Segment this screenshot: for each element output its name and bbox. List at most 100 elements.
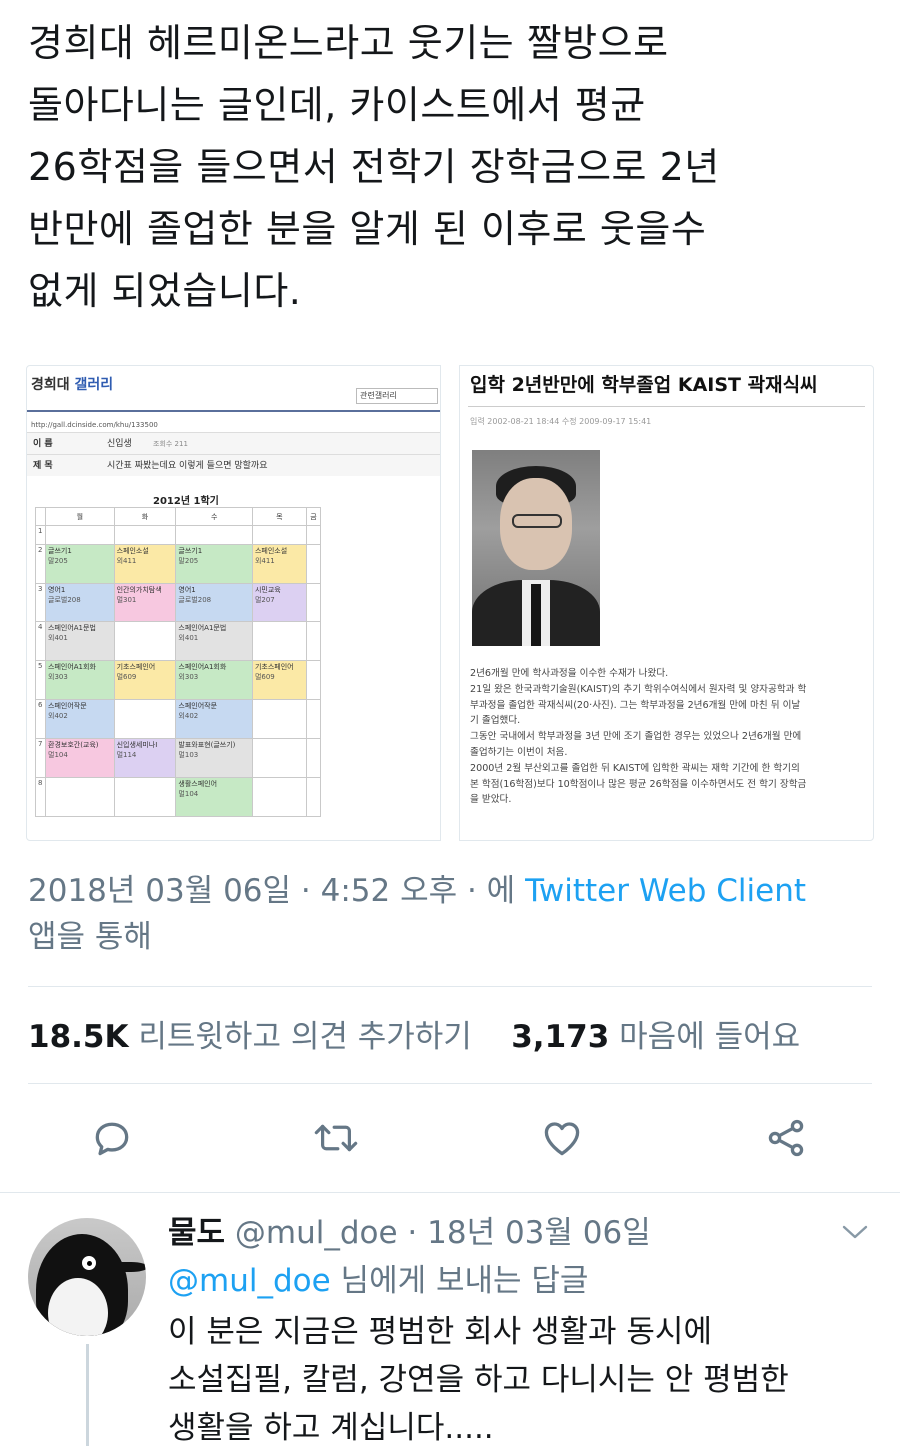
divider (28, 1083, 872, 1084)
course-name: 신입생세미나I (116, 741, 158, 750)
share-button[interactable] (760, 1112, 812, 1164)
timetable-cell: 스페인소설 외411 (113, 543, 177, 584)
course-room: 외401 (48, 634, 68, 643)
timetable-cell (305, 621, 322, 662)
course-room: 말205 (178, 556, 199, 565)
client-link[interactable]: Twitter Web Client (525, 873, 806, 909)
post-name-row: 이 름 신입생 조회수 211 (27, 432, 440, 454)
course-room: 글로벌208 (48, 595, 81, 604)
timetable-cell: 발표와표현(글쓰기) 멀103 (175, 738, 253, 779)
media-image-news[interactable]: 입학 2년반만에 학부졸업 KAIST 곽재식씨 입력 2002-08-21 1… (459, 365, 874, 841)
course-room: 외402 (178, 712, 199, 721)
reply-button[interactable] (86, 1112, 138, 1164)
timetable-cell (251, 621, 307, 662)
timetable-period: 3 (35, 582, 46, 623)
media-image-timetable[interactable]: 경희대 갤러리 관련갤러리 http://gall.dcinside.com/k… (26, 365, 441, 841)
timetable-cell (251, 738, 307, 779)
timetable-cell (113, 525, 177, 545)
tweet-line: 반만에 졸업한 분을 알게 된 이후로 웃을수 (28, 207, 707, 251)
like-button[interactable] (536, 1112, 588, 1164)
tweet-line: 26학점을 들으면서 전학기 장학금으로 2년 (28, 145, 720, 189)
reply-avatar[interactable] (28, 1218, 146, 1336)
timetable-corner (35, 507, 46, 526)
course-room: 멀609 (116, 673, 137, 682)
timetable-cell: 스페인어작문 외402 (45, 699, 115, 740)
timetable-cell (305, 699, 322, 740)
timetable-cell: 스페인어A1문법 외401 (45, 621, 115, 662)
course-room: 외303 (178, 673, 199, 682)
news-photo (472, 450, 600, 646)
reply-author-name[interactable]: 물도 (168, 1215, 225, 1251)
like-icon (544, 1122, 580, 1156)
replying-to: @mul_doe 님에게 보내는 답글 (168, 1263, 589, 1299)
timetable-cell: 스페인소설 외411 (251, 543, 307, 584)
gallery-title: 경희대 갤러리 (31, 377, 114, 393)
timetable-period: 6 (35, 699, 46, 740)
timetable-cell (305, 777, 322, 817)
reply-icon (95, 1122, 129, 1156)
course-name: 영어1 (178, 585, 196, 594)
thread-separator (0, 1192, 900, 1193)
timetable-day-header: 목 (251, 507, 307, 526)
course-room: 외402 (48, 712, 68, 721)
timetable-cell: 신입생세미나I 멀114 (113, 738, 177, 779)
replying-to-mention[interactable]: @mul_doe (168, 1263, 331, 1299)
timetable-cell: 기초스페인어 멀609 (113, 660, 177, 701)
timetable-cell (251, 525, 307, 545)
course-name: 스페인어A1문법 (48, 624, 96, 633)
course-name: 스페인어작문 (48, 702, 87, 711)
timetable-cell: 기초스페인어 멀609 (251, 660, 307, 701)
chevron-down-icon[interactable] (840, 1222, 870, 1242)
tweet-line: 없게 되었습니다. (28, 269, 302, 313)
tweet-line: 경희대 헤르미온느라고 웃기는 짤방으로 (28, 21, 669, 65)
tweet-line: 돌아다니는 글인데, 카이스트에서 평균 (28, 83, 646, 127)
retweet-icon (314, 1124, 358, 1152)
timetable-title: 2012년 1학기 (153, 496, 219, 507)
retweet-button[interactable] (310, 1112, 362, 1164)
timetable-day-header: 월 (45, 507, 115, 526)
retweet-count-link[interactable]: 18.5K 리트윗하고 의견 추가하기 (28, 1019, 472, 1055)
timetable: 월 화 수 목 금 1 2 글쓰기1 말205 스페인소설 외411 글쓰기1 말205 스페인소설 외41… (35, 507, 322, 817)
timetable-day-header: 화 (113, 507, 177, 526)
timetable-cell (45, 525, 115, 545)
timetable-day-header: 금 (305, 507, 322, 526)
tweet-timestamp: 2018년 03월 06일 · 4:52 오후 · 에 Twitter Web … (28, 873, 807, 955)
course-room: 외411 (254, 556, 275, 565)
course-name: 글쓰기1 (178, 546, 203, 555)
reply-header: 물도 @mul_doe · 18년 03월 06일 (168, 1210, 651, 1256)
course-room: 멀103 (178, 751, 199, 760)
tweet-media: 경희대 갤러리 관련갤러리 http://gall.dcinside.com/k… (26, 365, 874, 841)
timetable-cell (175, 525, 253, 545)
course-room: 멀114 (116, 751, 137, 760)
course-name: 시민교육 (254, 585, 281, 594)
course-name: 스페인어A1문법 (178, 624, 227, 633)
timetable-cell (305, 525, 322, 545)
timetable-cell (113, 777, 177, 817)
news-meta: 입력 2002-08-21 18:44 수정 2009-09-17 15:41 (470, 417, 652, 426)
news-body: 2년6개월 만에 학사과정을 이수한 수재가 나왔다. 21일 왔은 한국과학기… (470, 668, 807, 806)
divider (28, 986, 872, 987)
timetable-cell: 스페인어A1회화 외303 (175, 660, 253, 701)
like-count-link[interactable]: 3,173 마음에 들어요 (511, 1019, 800, 1055)
tweet-actions (70, 1112, 850, 1164)
timetable-cell (251, 777, 307, 817)
course-room: 외303 (48, 673, 68, 682)
timetable-period: 5 (35, 660, 46, 701)
timetable-cell (305, 738, 322, 779)
reply-handle-date[interactable]: @mul_doe · 18년 03월 06일 (235, 1215, 651, 1251)
post-subject-row: 제 목 시간표 짜봤는데요 이렇게 들으면 망할까요 (27, 454, 440, 476)
timetable-cell: 스페인어작문 외402 (175, 699, 253, 740)
gallery-divider (27, 410, 440, 412)
timetable-cell (113, 621, 177, 662)
timetable-period: 1 (35, 525, 46, 545)
course-name: 발표와표현(글쓰기) (178, 741, 236, 750)
timetable-cell: 생활스페인어 멀104 (175, 777, 253, 817)
course-room: 말205 (48, 556, 68, 565)
course-name: 글쓰기1 (48, 546, 72, 555)
course-name: 기초스페인어 (116, 663, 156, 672)
timetable-period: 4 (35, 621, 46, 662)
course-room: 외411 (116, 556, 137, 565)
timetable-cell: 시민교육 멀207 (251, 582, 307, 623)
tweet-text: 경희대 헤르미온느라고 웃기는 짤방으로 돌아다니는 글인데, 카이스트에서 평… (28, 12, 878, 322)
timetable-cell (45, 777, 115, 817)
